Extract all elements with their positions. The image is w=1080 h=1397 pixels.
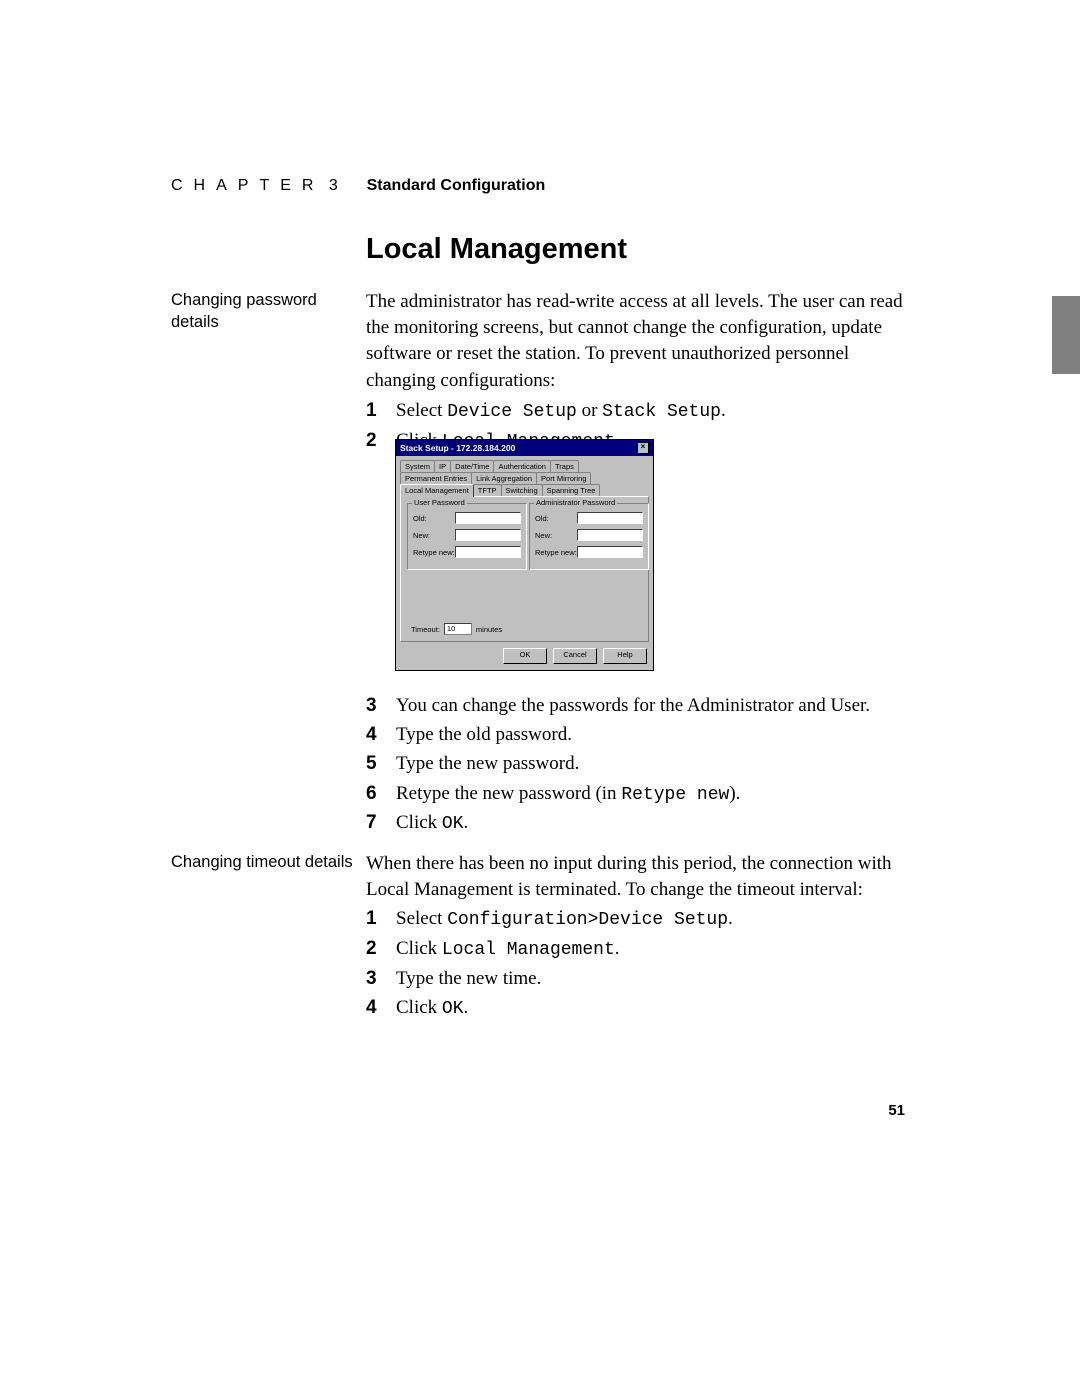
intro-paragraph-a: The administrator has read-write access …: [366, 289, 906, 394]
close-icon[interactable]: ×: [637, 442, 649, 454]
tab-datetime[interactable]: Date/Time: [450, 460, 494, 472]
chapter-number: 3: [329, 177, 349, 194]
step-row: 3 Type the new time.: [366, 966, 906, 992]
thumb-index-tab: [1052, 296, 1080, 374]
tab-panel: User Password Old: New: Retype new: Admi…: [400, 496, 649, 642]
field-row: New:: [413, 529, 521, 541]
group-label: Administrator Password: [534, 498, 617, 507]
steps-b: 1 Select Configuration>Device Setup. 2 C…: [366, 906, 906, 1025]
step-row: 5 Type the new password.: [366, 751, 906, 777]
tab-system[interactable]: System: [400, 460, 435, 472]
chapter-word: CHAPTER: [171, 177, 324, 194]
dialog-titlebar: Stack Setup - 172.28.184.200 ×: [396, 440, 653, 456]
user-old-password-input[interactable]: [455, 512, 521, 524]
user-password-group: User Password Old: New: Retype new:: [407, 503, 527, 570]
admin-retype-password-input[interactable]: [577, 546, 643, 558]
field-row: Retype new:: [535, 546, 643, 558]
tab-permanent-entries[interactable]: Permanent Entries: [400, 472, 472, 484]
step-row: 2 Click Local Management.: [366, 936, 906, 963]
user-new-password-input[interactable]: [455, 529, 521, 541]
running-header: CHAPTER 3 Standard Configuration: [171, 177, 545, 195]
help-button[interactable]: Help: [603, 648, 647, 664]
timeout-label: Timeout:: [411, 625, 440, 634]
stack-setup-dialog: Stack Setup - 172.28.184.200 × System IP…: [395, 439, 654, 671]
user-retype-password-input[interactable]: [455, 546, 521, 558]
step-row: 1 Select Device Setup or Stack Setup.: [366, 398, 906, 425]
admin-new-password-input[interactable]: [577, 529, 643, 541]
cancel-button[interactable]: Cancel: [553, 648, 597, 664]
field-row: Retype new:: [413, 546, 521, 558]
field-row: Old:: [535, 512, 643, 524]
group-label: User Password: [412, 498, 467, 507]
tab-traps[interactable]: Traps: [550, 460, 579, 472]
tab-ip[interactable]: IP: [434, 460, 451, 472]
admin-password-group: Administrator Password Old: New: Retype …: [529, 503, 649, 570]
timeout-row: Timeout: 10 minutes: [411, 623, 502, 635]
dialog-buttons: OK Cancel Help: [396, 644, 653, 670]
page-number: 51: [888, 1102, 905, 1119]
margin-note-timeout: Changing timeout details: [171, 851, 371, 873]
margin-note-password: Changing password details: [171, 289, 351, 334]
chapter-title: Standard Configuration: [367, 177, 546, 194]
section-title: Local Management: [366, 233, 627, 266]
field-row: Old:: [413, 512, 521, 524]
page: CHAPTER 3 Standard Configuration Local M…: [0, 0, 1080, 1397]
step-row: 7 Click OK.: [366, 810, 906, 837]
step-row: 4 Click OK.: [366, 995, 906, 1022]
field-row: New:: [535, 529, 643, 541]
intro-paragraph-b: When there has been no input during this…: [366, 851, 906, 903]
timeout-input[interactable]: 10: [444, 623, 472, 635]
step-row: 6 Retype the new password (in Retype new…: [366, 781, 906, 808]
tab-authentication[interactable]: Authentication: [493, 460, 551, 472]
ok-button[interactable]: OK: [503, 648, 547, 664]
dialog-title-text: Stack Setup - 172.28.184.200: [400, 443, 515, 453]
admin-old-password-input[interactable]: [577, 512, 643, 524]
tab-link-aggregation[interactable]: Link Aggregation: [471, 472, 537, 484]
step-row: 4 Type the old password.: [366, 722, 906, 748]
tab-local-management[interactable]: Local Management: [400, 484, 474, 497]
dialog-body: System IP Date/Time Authentication Traps…: [396, 456, 653, 644]
tabs-row-1: System IP Date/Time Authentication Traps: [400, 460, 649, 472]
step-row: 3 You can change the passwords for the A…: [366, 693, 906, 719]
tabs-row-2: Permanent Entries Link Aggregation Port …: [400, 472, 649, 484]
step-row: 1 Select Configuration>Device Setup.: [366, 906, 906, 933]
steps-a2: 3 You can change the passwords for the A…: [366, 693, 906, 840]
tab-port-mirroring[interactable]: Port Mirroring: [536, 472, 591, 484]
timeout-unit: minutes: [476, 625, 502, 634]
